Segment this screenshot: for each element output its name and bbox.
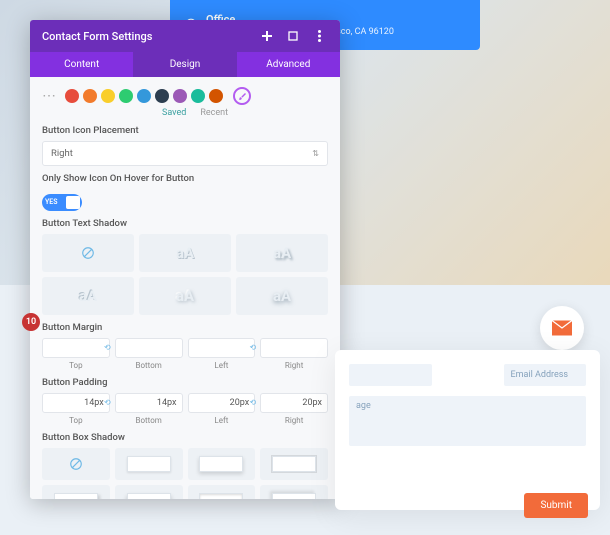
box-shadow-opt-4[interactable] xyxy=(260,448,328,480)
icon-hover-toggle[interactable]: YES xyxy=(42,194,82,211)
link-icon[interactable]: ⟲ xyxy=(104,398,111,407)
swatch-orange[interactable] xyxy=(83,89,97,103)
box-shadow-opt-5[interactable] xyxy=(42,485,110,500)
margin-left-input[interactable]: ⟲ xyxy=(188,338,256,358)
tab-content[interactable]: Content xyxy=(30,52,133,77)
saved-recent-tabs: Saved Recent xyxy=(42,108,328,118)
swatch-blue[interactable] xyxy=(137,89,151,103)
text-shadow-none[interactable] xyxy=(42,234,134,272)
box-shadow-opt-6[interactable] xyxy=(115,485,183,500)
swatch-dark[interactable] xyxy=(155,89,169,103)
color-swatches: ⋯ xyxy=(42,85,328,110)
name-field[interactable] xyxy=(349,364,432,386)
swatch-red[interactable] xyxy=(65,89,79,103)
swatch-purple[interactable] xyxy=(173,89,187,103)
step-badge: 10 xyxy=(22,313,40,331)
submit-button[interactable]: Submit xyxy=(524,493,588,518)
collapse-icon[interactable] xyxy=(258,27,276,45)
updown-icon: ⇅ xyxy=(312,149,319,158)
expand-icon[interactable] xyxy=(284,27,302,45)
icon-placement-select[interactable]: Right ⇅ xyxy=(42,141,328,166)
box-shadow-none[interactable] xyxy=(42,448,110,480)
message-field[interactable]: age xyxy=(349,396,586,446)
menu-icon[interactable] xyxy=(310,27,328,45)
link-icon[interactable]: ⟲ xyxy=(250,398,257,407)
saved-tab[interactable]: Saved xyxy=(162,108,186,118)
swatch-yellow[interactable] xyxy=(101,89,115,103)
link-icon[interactable]: ⟲ xyxy=(250,343,257,352)
swatch-rust[interactable] xyxy=(209,89,223,103)
padding-right-input[interactable]: 20px xyxy=(260,393,328,413)
panel-header: Contact Form Settings xyxy=(30,20,340,52)
text-shadow-opt-2[interactable]: aA xyxy=(139,234,231,272)
text-shadow-opt-6[interactable]: aA xyxy=(236,277,328,315)
swatch-green[interactable] xyxy=(119,89,133,103)
panel-tabs: Content Design Advanced xyxy=(30,52,340,77)
panel-title: Contact Form Settings xyxy=(42,30,258,43)
swatch-teal[interactable] xyxy=(191,89,205,103)
padding-label: Button Padding xyxy=(42,377,328,388)
tab-design[interactable]: Design xyxy=(133,52,236,77)
text-shadow-opt-4[interactable]: aA xyxy=(42,277,134,315)
margin-bottom-input[interactable] xyxy=(115,338,183,358)
tab-advanced[interactable]: Advanced xyxy=(237,52,340,77)
box-shadow-opt-3[interactable] xyxy=(188,448,256,480)
text-shadow-label: Button Text Shadow xyxy=(42,218,328,229)
padding-bottom-input[interactable]: 14px xyxy=(115,393,183,413)
box-shadow-opt-8[interactable] xyxy=(260,485,328,500)
icon-placement-label: Button Icon Placement xyxy=(42,125,328,136)
padding-top-input[interactable]: 14px⟲ xyxy=(42,393,110,413)
brush-icon[interactable] xyxy=(233,87,251,105)
box-shadow-opt-2[interactable] xyxy=(115,448,183,480)
text-shadow-opt-3[interactable]: aA xyxy=(236,234,328,272)
icon-hover-label: Only Show Icon On Hover for Button xyxy=(42,173,328,184)
settings-panel: Contact Form Settings Content Design Adv… xyxy=(30,20,340,499)
padding-left-input[interactable]: 20px⟲ xyxy=(188,393,256,413)
margin-top-input[interactable]: ⟲ xyxy=(42,338,110,358)
more-icon[interactable]: ⋯ xyxy=(42,88,57,104)
mail-fab[interactable] xyxy=(540,306,584,350)
box-shadow-label: Button Box Shadow xyxy=(42,432,328,443)
link-icon[interactable]: ⟲ xyxy=(104,343,111,352)
margin-right-input[interactable] xyxy=(260,338,328,358)
text-shadow-opt-5[interactable]: aA xyxy=(139,277,231,315)
contact-form: Email Address age Submit xyxy=(335,350,600,510)
margin-label: Button Margin xyxy=(42,322,328,333)
recent-tab[interactable]: Recent xyxy=(200,108,228,118)
email-field[interactable]: Email Address xyxy=(504,364,587,386)
box-shadow-opt-7[interactable] xyxy=(188,485,256,500)
